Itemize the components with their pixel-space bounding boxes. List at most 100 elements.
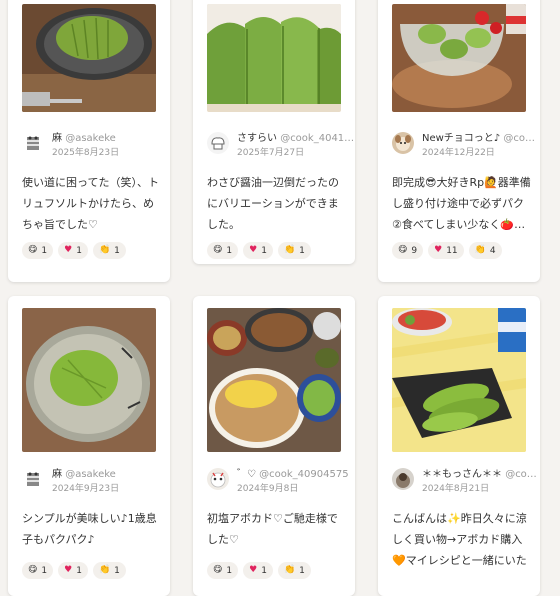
author-handle: @asakeke bbox=[65, 469, 116, 480]
avocado-photo-image bbox=[207, 4, 341, 112]
post-date: 2024年9月8日 bbox=[237, 484, 299, 494]
author-row[interactable]: ゛♡ @cook_40904575 2024年9月8日 bbox=[207, 468, 355, 496]
report-text: 即完成😎大好きRp🙋器準備し盛り付け途中で必ずパク②食べてしまい少なく🍅… bbox=[392, 176, 531, 231]
reaction-count: 1 bbox=[114, 245, 120, 256]
reaction-bar: 😋 1 ♥ 1 👏 1 bbox=[207, 242, 311, 260]
reaction-yum-button[interactable]: 😋 1 bbox=[207, 562, 239, 579]
reaction-count: 11 bbox=[446, 245, 458, 256]
author-handle: @co… bbox=[503, 133, 536, 144]
post-date: 2024年8月21日 bbox=[422, 484, 490, 494]
heart-icon: ♥ bbox=[249, 245, 258, 255]
reaction-heart-button[interactable]: ♥ 1 bbox=[243, 242, 273, 259]
recipe-report-card[interactable]: ＊＊もっさん＊＊ @co… 2024年8月21日 こんばんは✨昨日久々に涼しく買… bbox=[378, 296, 540, 596]
avocado-photo-image bbox=[392, 4, 526, 112]
reaction-heart-button[interactable]: ♥ 1 bbox=[58, 562, 88, 579]
avocado-photo-image bbox=[22, 4, 156, 112]
recipe-report-card[interactable]: さすらい @cook_4041… 2025年7月27日 わさび醤油一辺倒だったの… bbox=[193, 0, 355, 264]
reaction-heart-button[interactable]: ♥ 1 bbox=[243, 562, 273, 579]
yum-face-icon: 😋 bbox=[28, 565, 38, 575]
reaction-count: 1 bbox=[261, 245, 267, 256]
report-photo[interactable] bbox=[207, 4, 341, 112]
heart-icon: ♥ bbox=[249, 565, 258, 575]
user-avatar[interactable] bbox=[392, 132, 414, 154]
author-handle: @cook_40904575 bbox=[259, 469, 349, 480]
post-date: 2024年9月23日 bbox=[52, 484, 120, 494]
report-photo[interactable] bbox=[207, 308, 341, 452]
reaction-clap-button[interactable]: 👏 1 bbox=[92, 242, 126, 259]
food-spread-photo-image bbox=[207, 308, 341, 452]
heart-icon: ♥ bbox=[64, 565, 73, 575]
author-name: 麻 bbox=[52, 133, 62, 144]
report-text: 初塩アボカド♡ご馳走様でした♡ bbox=[207, 512, 338, 546]
author-row[interactable]: Newチョコっと♪ @co… 2024年12月22日 bbox=[392, 132, 540, 160]
author-name: 麻 bbox=[52, 469, 62, 480]
reaction-count: 1 bbox=[299, 565, 305, 576]
reaction-count: 1 bbox=[41, 565, 48, 576]
post-date: 2025年8月23日 bbox=[52, 148, 120, 158]
author-name: ゛♡ bbox=[237, 469, 256, 480]
user-avatar[interactable] bbox=[392, 468, 414, 490]
reaction-count: 1 bbox=[226, 245, 233, 256]
author-handle: @cook_4041… bbox=[280, 133, 355, 144]
reaction-count: 1 bbox=[114, 565, 120, 576]
post-date: 2025年7月27日 bbox=[237, 148, 305, 158]
yum-face-icon: 😋 bbox=[398, 245, 408, 255]
post-date: 2024年12月22日 bbox=[422, 148, 495, 158]
clap-icon: 👏 bbox=[474, 245, 486, 255]
reaction-yum-button[interactable]: 😋 1 bbox=[22, 242, 54, 259]
clap-icon: 👏 bbox=[98, 245, 111, 255]
author-row[interactable]: 麻 @asakeke 2024年9月23日 bbox=[22, 468, 170, 496]
author-row[interactable]: 麻 @asakeke 2025年8月23日 bbox=[22, 132, 170, 160]
report-text: 使い道に困ってた（笑）、トリュフソルトかけたら、めちゃ旨でした♡ bbox=[22, 176, 159, 231]
reaction-yum-button[interactable]: 😋 1 bbox=[207, 242, 239, 259]
clap-icon: 👏 bbox=[283, 245, 296, 255]
recipe-report-card[interactable]: Newチョコっと♪ @co… 2024年12月22日 即完成😎大好きRp🙋器準備… bbox=[378, 0, 540, 282]
reaction-clap-button[interactable]: 👏 1 bbox=[277, 242, 311, 259]
reaction-count: 4 bbox=[489, 245, 496, 256]
avocado-photo-image bbox=[22, 308, 156, 452]
user-avatar[interactable] bbox=[207, 468, 229, 490]
report-photo[interactable] bbox=[392, 308, 526, 452]
author-name: ＊＊もっさん＊＊ bbox=[422, 469, 502, 480]
reaction-count: 1 bbox=[226, 565, 233, 576]
reaction-bar: 😋 1 ♥ 1 👏 1 bbox=[207, 562, 311, 580]
reaction-count: 1 bbox=[261, 565, 267, 576]
report-text: わさび醤油一辺倒だったのにバリエーションができました。 bbox=[207, 176, 339, 231]
reaction-count: 1 bbox=[76, 245, 82, 256]
user-avatar[interactable] bbox=[22, 132, 44, 154]
reaction-heart-button[interactable]: ♥ 1 bbox=[58, 242, 88, 259]
recipe-report-card[interactable]: 麻 @asakeke 2024年9月23日 シンプルが美味しい♪1歳息子もパクパ… bbox=[8, 296, 170, 596]
reaction-yum-button[interactable]: 😋 9 bbox=[392, 242, 424, 259]
reaction-count: 1 bbox=[299, 245, 305, 256]
report-text: シンプルが美味しい♪1歳息子もパクパク♪ bbox=[22, 512, 157, 546]
reaction-count: 1 bbox=[76, 565, 82, 576]
reaction-yum-button[interactable]: 😋 1 bbox=[22, 562, 54, 579]
report-photo[interactable] bbox=[22, 4, 156, 112]
author-name: Newチョコっと♪ bbox=[422, 133, 501, 144]
reaction-clap-button[interactable]: 👏 1 bbox=[277, 562, 311, 579]
clap-icon: 👏 bbox=[98, 565, 111, 575]
yum-face-icon: 😋 bbox=[28, 245, 38, 255]
reaction-clap-button[interactable]: 👏 1 bbox=[92, 562, 126, 579]
author-row[interactable]: ＊＊もっさん＊＊ @co… 2024年8月21日 bbox=[392, 468, 540, 496]
avocado-photo-image bbox=[392, 308, 526, 452]
reaction-bar: 😋 1 ♥ 1 👏 1 bbox=[22, 242, 126, 260]
yum-face-icon: 😋 bbox=[213, 245, 223, 255]
user-avatar[interactable] bbox=[22, 468, 44, 490]
recipe-report-card[interactable]: ゛♡ @cook_40904575 2024年9月8日 初塩アボカド♡ご馳走様で… bbox=[193, 296, 355, 596]
author-row[interactable]: さすらい @cook_4041… 2025年7月27日 bbox=[207, 132, 355, 160]
reaction-count: 1 bbox=[41, 245, 48, 256]
report-text: こんばんは✨昨日久々に涼しく買い物→アボカド購入🧡マイレシピと一緒にいただき… bbox=[392, 512, 527, 567]
user-avatar[interactable] bbox=[207, 132, 229, 154]
reaction-clap-button[interactable]: 👏 4 bbox=[468, 242, 502, 259]
report-photo[interactable] bbox=[22, 308, 156, 452]
yum-face-icon: 😋 bbox=[213, 565, 223, 575]
author-handle: @asakeke bbox=[65, 133, 116, 144]
heart-icon: ♥ bbox=[64, 245, 73, 255]
recipe-report-card[interactable]: 麻 @asakeke 2025年8月23日 使い道に困ってた（笑）、トリュフソル… bbox=[8, 0, 170, 282]
reaction-bar: 😋 1 ♥ 1 👏 1 bbox=[22, 562, 126, 580]
author-name: さすらい bbox=[237, 133, 277, 144]
reaction-count: 9 bbox=[411, 245, 418, 256]
report-photo[interactable] bbox=[392, 4, 526, 112]
reaction-heart-button[interactable]: ♥ 11 bbox=[428, 242, 464, 259]
